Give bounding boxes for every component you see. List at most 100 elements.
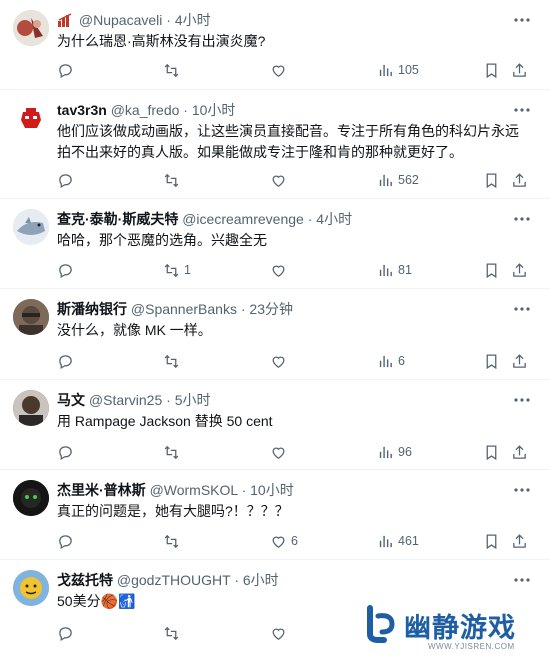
avatar[interactable] bbox=[13, 209, 49, 245]
retweet-button[interactable] bbox=[163, 168, 184, 192]
reply-button[interactable] bbox=[57, 349, 78, 373]
bookmark-button[interactable] bbox=[483, 258, 500, 282]
author-handle[interactable]: @ka_fredo bbox=[111, 102, 180, 118]
retweet-button[interactable] bbox=[163, 529, 184, 553]
like-button[interactable] bbox=[270, 258, 291, 282]
author-handle[interactable]: @Nupacaveli bbox=[79, 12, 162, 28]
timestamp[interactable]: 4小时 bbox=[316, 211, 352, 227]
timestamp[interactable]: 23分钟 bbox=[249, 301, 293, 317]
avatar[interactable] bbox=[13, 570, 49, 606]
tweet-actions: 562 bbox=[57, 168, 538, 192]
verified-badge-icon bbox=[57, 12, 75, 33]
avatar[interactable] bbox=[13, 100, 49, 136]
like-button[interactable] bbox=[270, 58, 291, 82]
retweet-button[interactable] bbox=[163, 440, 184, 464]
retweet-button[interactable] bbox=[163, 621, 184, 645]
reply-icon bbox=[59, 63, 72, 78]
tweet[interactable]: tav3r3n @ka_fredo · 10小时 他们应该做成动画版，让这些演员… bbox=[0, 90, 550, 199]
more-options-icon[interactable] bbox=[512, 12, 532, 28]
more-options-icon[interactable] bbox=[512, 482, 532, 498]
share-icon bbox=[513, 62, 526, 77]
views-button[interactable]: 6 bbox=[377, 349, 405, 373]
like-button[interactable] bbox=[270, 440, 291, 464]
share-button[interactable] bbox=[511, 440, 528, 464]
views-button[interactable]: 562 bbox=[377, 168, 419, 192]
separator: · bbox=[166, 12, 171, 28]
heart-icon bbox=[272, 175, 285, 187]
avatar[interactable] bbox=[13, 390, 49, 426]
more-options-icon[interactable] bbox=[512, 301, 532, 317]
timestamp[interactable]: 6小时 bbox=[243, 572, 279, 588]
watermark-url: WWW.YJISREN.COM bbox=[428, 642, 515, 651]
share-icon bbox=[513, 444, 526, 459]
avatar[interactable] bbox=[13, 299, 49, 335]
views-button[interactable]: 96 bbox=[377, 440, 412, 464]
like-button[interactable] bbox=[270, 349, 291, 373]
tweet[interactable]: 斯潘纳银行 @SpannerBanks · 23分钟 没什么，就像 MK 一样。… bbox=[0, 289, 550, 380]
more-options-icon[interactable] bbox=[512, 211, 532, 227]
author-name[interactable]: 戈兹托特 bbox=[57, 572, 113, 588]
tweet-actions: 6 bbox=[57, 349, 538, 373]
retweet-button[interactable] bbox=[163, 349, 184, 373]
more-options-icon[interactable] bbox=[512, 392, 532, 408]
like-button[interactable]: 6 bbox=[270, 529, 298, 553]
share-button[interactable] bbox=[511, 58, 528, 82]
tweet[interactable]: 马文 @Starvin25 · 5小时 用 Rampage Jackson 替换… bbox=[0, 380, 550, 470]
retweet-button[interactable] bbox=[163, 58, 184, 82]
tweet[interactable]: @Nupacaveli · 4小时 为什么瑞恩·高斯林没有出演炎魔? 105 bbox=[0, 0, 550, 90]
reply-button[interactable] bbox=[57, 258, 78, 282]
author-handle[interactable]: @WormSKOL bbox=[150, 482, 238, 498]
watermark: 幽静游戏 WWW.YJISREN.COM bbox=[360, 600, 546, 655]
author-handle[interactable]: @godzTHOUGHT bbox=[117, 572, 231, 588]
more-options-icon[interactable] bbox=[512, 572, 532, 588]
share-icon bbox=[513, 262, 526, 277]
tweet[interactable]: 杰里米·普林斯 @WormSKOL · 10小时 真正的问题是，她有大腿吗?！？… bbox=[0, 470, 550, 560]
reply-button[interactable] bbox=[57, 529, 78, 553]
bookmark-icon bbox=[486, 444, 497, 460]
more-options-icon[interactable] bbox=[512, 102, 532, 118]
timestamp[interactable]: 10小时 bbox=[250, 482, 294, 498]
views-icon bbox=[379, 174, 392, 186]
bookmark-icon bbox=[486, 353, 497, 369]
avatar[interactable] bbox=[13, 480, 49, 516]
separator: · bbox=[241, 482, 247, 498]
author-handle[interactable]: @icecreamrevenge bbox=[182, 211, 304, 227]
author-name[interactable]: 查克·泰勒·斯威夫特 bbox=[57, 211, 178, 227]
tweet-text: 没什么，就像 MK 一样。 bbox=[57, 322, 212, 338]
views-icon bbox=[379, 264, 392, 276]
views-icon bbox=[379, 355, 392, 367]
like-button[interactable] bbox=[270, 621, 291, 645]
author-name[interactable]: 斯潘纳银行 bbox=[57, 301, 127, 317]
timestamp[interactable]: 4小时 bbox=[175, 12, 211, 28]
reply-button[interactable] bbox=[57, 58, 78, 82]
tweet[interactable]: 查克·泰勒·斯威夫特 @icecreamrevenge · 4小时 哈哈，那个恶… bbox=[0, 199, 550, 289]
bookmark-button[interactable] bbox=[483, 58, 500, 82]
author-handle[interactable]: @SpannerBanks bbox=[131, 301, 237, 317]
views-button[interactable]: 461 bbox=[377, 529, 419, 553]
timestamp[interactable]: 10小时 bbox=[192, 102, 236, 118]
share-button[interactable] bbox=[511, 349, 528, 373]
bookmark-button[interactable] bbox=[483, 529, 500, 553]
bookmark-button[interactable] bbox=[483, 168, 500, 192]
author-name[interactable]: 马文 bbox=[57, 392, 85, 408]
retweet-button[interactable]: 1 bbox=[163, 258, 191, 282]
tweet-text: 真正的问题是，她有大腿吗?！？？？ bbox=[57, 503, 289, 519]
reply-button[interactable] bbox=[57, 621, 78, 645]
author-handle[interactable]: @Starvin25 bbox=[89, 392, 162, 408]
bookmark-icon bbox=[486, 262, 497, 278]
share-button[interactable] bbox=[511, 529, 528, 553]
reply-button[interactable] bbox=[57, 168, 78, 192]
views-button[interactable]: 81 bbox=[377, 258, 412, 282]
bookmark-button[interactable] bbox=[483, 349, 500, 373]
author-name[interactable]: tav3r3n bbox=[57, 102, 107, 118]
author-name[interactable]: 杰里米·普林斯 bbox=[57, 482, 146, 498]
share-button[interactable] bbox=[511, 258, 528, 282]
reply-button[interactable] bbox=[57, 440, 78, 464]
like-button[interactable] bbox=[270, 168, 291, 192]
timestamp[interactable]: 5小时 bbox=[175, 392, 211, 408]
bookmark-button[interactable] bbox=[483, 440, 500, 464]
views-button[interactable]: 105 bbox=[377, 58, 419, 82]
share-button[interactable] bbox=[511, 168, 528, 192]
avatar[interactable] bbox=[13, 10, 49, 46]
tweet-text: 他们应该做成动画版，让这些演员直接配音。专注于所有角色的科幻片永远拍不出来好的真… bbox=[57, 123, 519, 160]
